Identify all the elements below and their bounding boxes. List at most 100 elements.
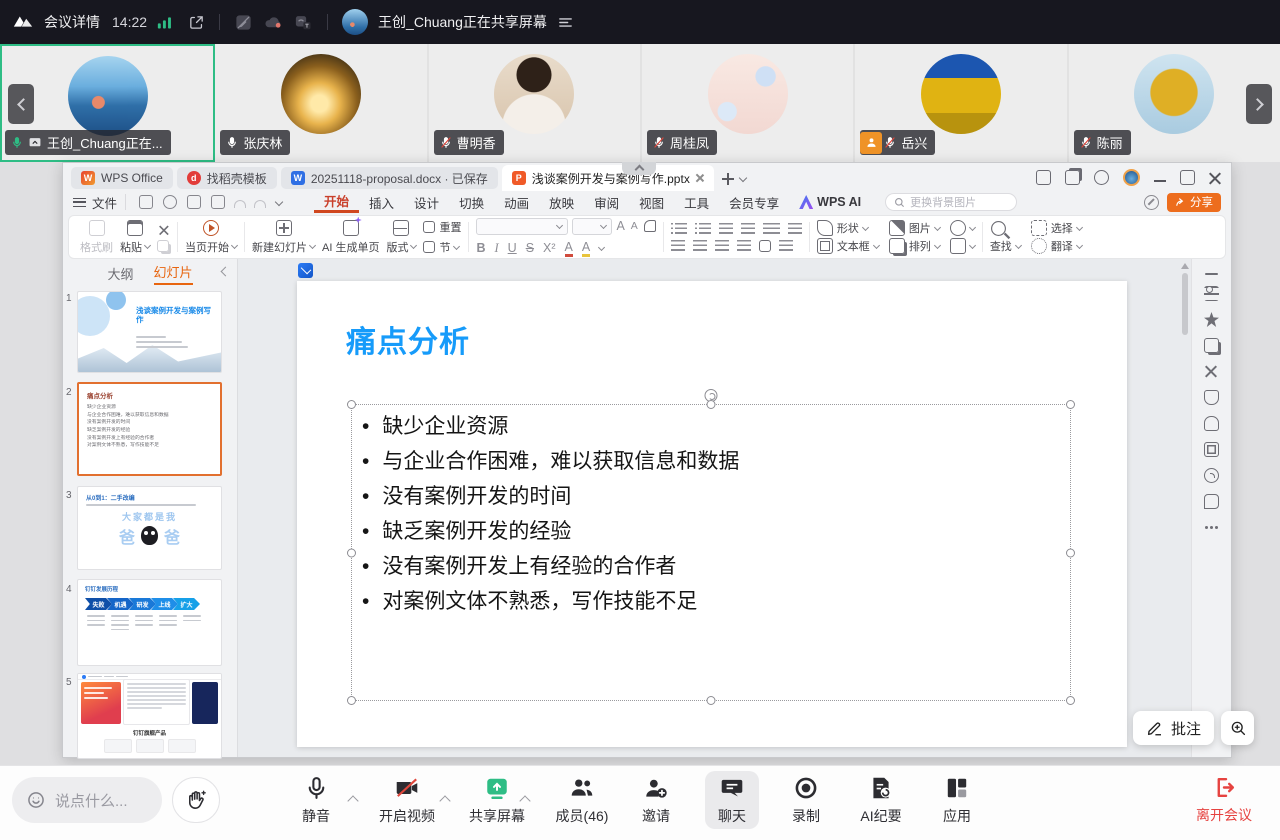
menu-design[interactable]: 设计 <box>404 191 449 213</box>
workspace-icon[interactable] <box>1065 170 1080 185</box>
menu-wps-ai[interactable]: WPS AI <box>789 191 871 213</box>
line-spacing-icon[interactable] <box>788 223 802 234</box>
leave-meeting-button[interactable]: 离开会议 <box>1182 775 1266 825</box>
slide-thumbnail-3[interactable]: 从0到1：二手改编 大家都是我 爸 爸 <box>77 486 222 570</box>
members-button[interactable]: 成员(46) <box>542 775 622 826</box>
textbox-button[interactable]: 文本框 <box>817 238 879 254</box>
quick-chat-input[interactable]: 说点什么... <box>12 777 162 823</box>
increase-indent-icon[interactable] <box>741 223 755 234</box>
menu-home[interactable]: 开始 <box>314 191 359 213</box>
font-family-select[interactable] <box>476 218 568 235</box>
reset-button[interactable]: 重置 <box>423 219 461 235</box>
tab-wps-home[interactable]: W WPS Office <box>71 167 173 189</box>
font-color-button[interactable]: A <box>565 240 573 257</box>
superscript-button[interactable]: X² <box>543 241 556 255</box>
section-button[interactable]: 节 <box>423 239 461 255</box>
paste-button[interactable]: 粘贴 <box>120 220 150 255</box>
participant-tile[interactable]: 曹明香 <box>429 44 642 162</box>
assistant-icon[interactable] <box>1036 170 1051 185</box>
close-tab-icon[interactable] <box>696 174 704 182</box>
meeting-detail-link[interactable]: 会议详情 <box>44 12 100 32</box>
highlight-color-button[interactable]: A <box>582 240 590 257</box>
collapse-pane-icon[interactable] <box>1205 273 1218 275</box>
justify-icon[interactable] <box>737 240 751 251</box>
resize-handle[interactable] <box>1066 696 1075 705</box>
more-tools-icon[interactable] <box>1204 520 1219 535</box>
menu-transition[interactable]: 切换 <box>449 191 494 213</box>
raise-hand-button[interactable] <box>172 777 220 823</box>
menu-tools[interactable]: 工具 <box>674 191 719 213</box>
undo-icon[interactable] <box>234 200 246 208</box>
participant-tile[interactable]: 岳兴 <box>855 44 1068 162</box>
file-menu[interactable]: 文件 <box>92 193 117 212</box>
slides-tab[interactable]: 幻灯片 <box>154 262 193 285</box>
object-properties-icon[interactable] <box>1204 286 1219 301</box>
bullet-item[interactable]: 缺少企业资源 <box>362 409 739 444</box>
new-tab-button[interactable] <box>720 171 736 187</box>
scrollbar-thumb[interactable] <box>1182 273 1188 335</box>
participant-tile[interactable]: 张庆林 <box>215 44 428 162</box>
font-size-select[interactable] <box>572 218 612 235</box>
align-center-icon[interactable] <box>693 240 707 251</box>
strip-collapse-button[interactable] <box>622 162 656 175</box>
ai-generate-page-button[interactable]: AI 生成单页 <box>322 220 379 255</box>
more-dropdown-icon[interactable] <box>275 198 283 206</box>
tab-list-dropdown-icon[interactable] <box>739 174 747 182</box>
account-avatar[interactable] <box>1123 169 1140 186</box>
output-icon[interactable] <box>163 195 177 209</box>
slide-thumbnail-4[interactable]: 钉钉发展历程 失败 机遇 研发 上线 扩大 <box>77 579 222 666</box>
print-preview-icon[interactable] <box>211 195 225 209</box>
minimize-button[interactable] <box>1154 180 1166 182</box>
layout-button[interactable]: 版式 <box>386 220 416 255</box>
mute-button[interactable]: 静音 <box>284 775 348 826</box>
video-options-icon[interactable] <box>439 795 450 806</box>
menu-slideshow[interactable]: 放映 <box>539 191 584 213</box>
bullet-item[interactable]: 对案例文体不熟悉，写作技能不足 <box>362 584 739 619</box>
menu-member[interactable]: 会员专享 <box>719 191 789 213</box>
favorites-icon[interactable] <box>1204 312 1219 327</box>
animation-pane-icon[interactable] <box>1204 338 1219 353</box>
slide-title[interactable]: 痛点分析 <box>346 317 470 361</box>
pop-out-icon[interactable] <box>188 14 205 31</box>
scroll-up-icon[interactable] <box>1181 263 1189 269</box>
clear-format-icon[interactable] <box>644 220 656 232</box>
zoom-in-button[interactable] <box>1221 711 1254 745</box>
text-direction-icon[interactable] <box>763 223 780 234</box>
close-button[interactable] <box>1209 172 1221 184</box>
play-from-page-button[interactable]: 当页开始 <box>185 220 237 255</box>
underline-button[interactable]: U <box>508 241 517 255</box>
outline-tab[interactable]: 大纲 <box>107 264 133 283</box>
tab-docer-templates[interactable]: d 找稻壳模板 <box>177 167 277 189</box>
sharing-options-icon[interactable] <box>557 14 574 31</box>
strip-scroll-left-button[interactable] <box>8 84 34 124</box>
menu-animation[interactable]: 动画 <box>494 191 539 213</box>
resize-handle[interactable] <box>1066 548 1075 557</box>
numbered-list-icon[interactable] <box>695 223 711 234</box>
menu-view[interactable]: 视图 <box>629 191 674 213</box>
search-input[interactable]: 更换背景图片 <box>885 193 1017 211</box>
selected-textbox[interactable]: 缺少企业资源 与企业合作困难，难以获取信息和数据 没有案例开发的时间 缺乏案例开… <box>351 404 1071 701</box>
slide-thumbnail-1[interactable]: 浅谈案例开发与案例写作 <box>77 291 222 373</box>
avatar-insert-button[interactable] <box>950 220 975 236</box>
format-painter-button[interactable]: 格式刷 <box>80 220 113 255</box>
resize-handle[interactable] <box>347 548 356 557</box>
bullet-list[interactable]: 缺少企业资源 与企业合作困难，难以获取信息和数据 没有案例开发的时间 缺乏案例开… <box>362 409 739 619</box>
bold-button[interactable]: B <box>476 241 485 255</box>
italic-button[interactable]: I <box>494 241 498 256</box>
select-button[interactable]: 选择 <box>1031 220 1082 236</box>
slide-thumbnail-2-selected[interactable]: 痛点分析 缺少企业资源 与企业合作困难，难以获取信息和数据 没有案例开发的时间 … <box>77 382 222 476</box>
strikethrough-button[interactable]: S <box>526 241 534 255</box>
search-tool-icon[interactable] <box>990 222 1021 235</box>
resize-handle[interactable] <box>707 400 716 409</box>
columns-icon[interactable] <box>759 240 771 252</box>
resource-library-icon[interactable] <box>1204 416 1219 431</box>
shrink-font-button[interactable]: A <box>631 220 638 232</box>
new-slide-button[interactable]: 新建幻灯片 <box>252 220 315 255</box>
strip-scroll-right-button[interactable] <box>1246 84 1272 124</box>
participant-tile[interactable]: 周桂凤 <box>642 44 855 162</box>
hamburger-icon[interactable] <box>73 198 86 207</box>
annotate-button[interactable]: 批注 <box>1133 711 1214 745</box>
decrease-indent-icon[interactable] <box>719 223 733 234</box>
find-button[interactable]: 查找 <box>990 238 1021 254</box>
align-right-icon[interactable] <box>715 240 729 251</box>
